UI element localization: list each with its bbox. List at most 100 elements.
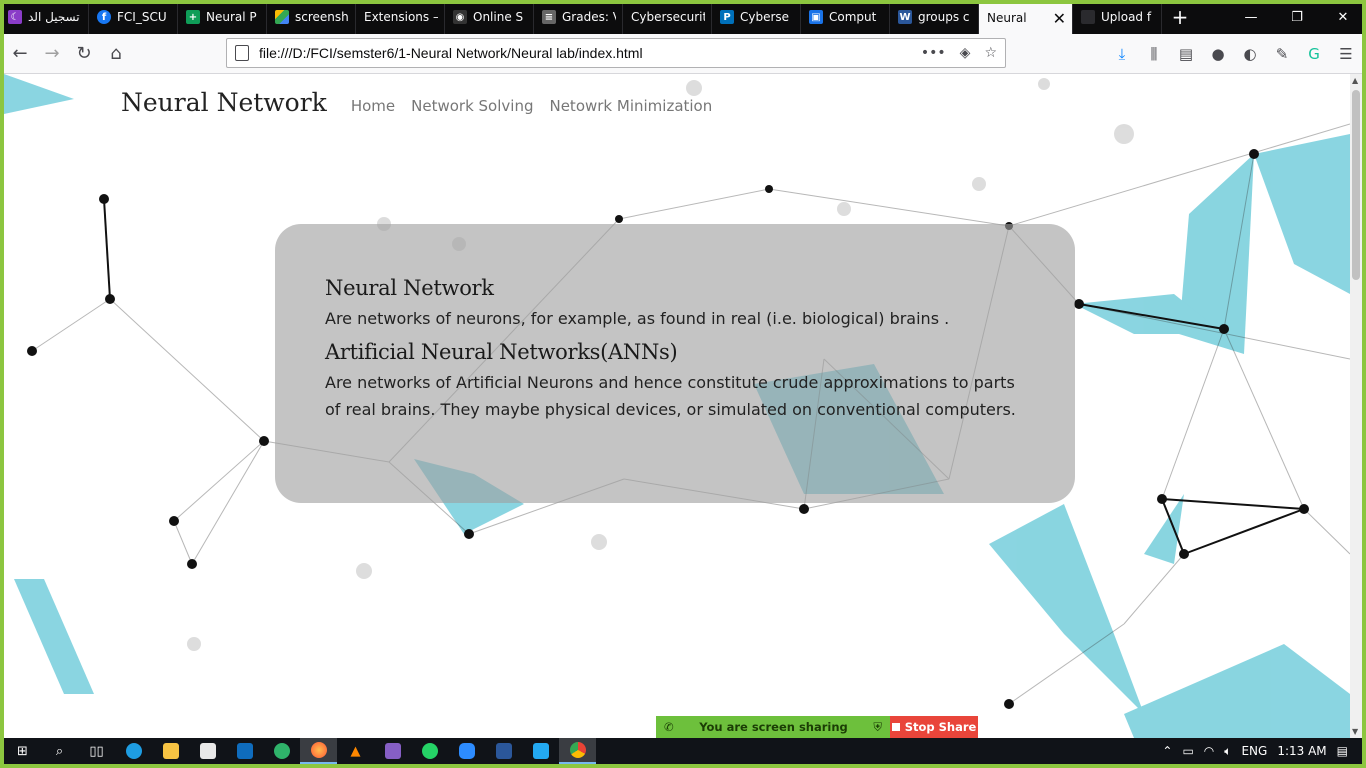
- taskbar-app-green[interactable]: [263, 738, 300, 764]
- intro-card: Neural Network Are networks of neurons, …: [275, 224, 1075, 503]
- stop-share-button[interactable]: Stop Share: [890, 716, 978, 738]
- close-tab-icon[interactable]: ✕: [1053, 9, 1066, 28]
- color-picker-icon[interactable]: ✎: [1270, 42, 1294, 66]
- forward-button[interactable]: →: [36, 38, 68, 70]
- tab-5[interactable]: ◉ Online S: [445, 0, 534, 34]
- library-icon[interactable]: ⫼: [1142, 42, 1166, 66]
- scroll-down-icon[interactable]: ▼: [1352, 727, 1358, 736]
- taskbar-visual-studio[interactable]: [374, 738, 411, 764]
- taskbar-firefox[interactable]: [300, 738, 337, 764]
- tab-3[interactable]: screensh: [267, 0, 356, 34]
- taskbar-chrome[interactable]: [559, 738, 596, 764]
- windows-taskbar: ⊞ ⌕ ▯▯ ▲ ⌃ ▭ ◠ 🔈︎ ENG 1:13 AM ▤: [4, 738, 1362, 764]
- windows-icon: ⊞: [17, 743, 28, 759]
- tab-active[interactable]: Neural ✕: [979, 0, 1073, 34]
- back-button[interactable]: ←: [4, 38, 36, 70]
- eye-icon: ◉: [453, 10, 467, 24]
- extension-icon[interactable]: ◐: [1238, 42, 1262, 66]
- sidebar-icon[interactable]: ▤: [1174, 42, 1198, 66]
- nav-network-solving[interactable]: Network Solving: [411, 97, 533, 115]
- page-scrollbar[interactable]: ▲ ▼: [1350, 74, 1362, 738]
- section-text-neural-network: Are networks of neurons, for example, as…: [325, 309, 950, 328]
- grammarly-icon[interactable]: G: [1302, 42, 1326, 66]
- taskbar-explorer[interactable]: [152, 738, 189, 764]
- tab-label: Upload f: [1101, 10, 1152, 24]
- taskbar-whatsapp[interactable]: [411, 738, 448, 764]
- blank-tab-icon: [1081, 10, 1095, 24]
- tab-label: Online S: [473, 10, 524, 24]
- taskbar-edge[interactable]: [115, 738, 152, 764]
- bookmark-star-icon[interactable]: ☆: [984, 45, 997, 61]
- tab-1[interactable]: f FCI_SCU: [89, 0, 178, 34]
- tab-2[interactable]: + Neural P: [178, 0, 267, 34]
- url-text[interactable]: file:///D:/FCI/semster6/1-Neural Network…: [259, 45, 907, 61]
- start-button[interactable]: ⊞: [4, 738, 41, 764]
- taskbar-vscode[interactable]: [522, 738, 559, 764]
- volume-icon[interactable]: 🔈︎: [1224, 744, 1231, 759]
- taskbar-zoom[interactable]: [448, 738, 485, 764]
- section-heading-ann: Artificial Neural Networks(ANNs): [325, 340, 678, 364]
- tab-12[interactable]: Upload f: [1073, 0, 1162, 34]
- tab-6[interactable]: ≡ Grades: V: [534, 0, 623, 34]
- scroll-up-icon[interactable]: ▲: [1352, 76, 1358, 85]
- mail-icon: [236, 743, 253, 759]
- nav-home[interactable]: Home: [351, 97, 395, 115]
- tab-4[interactable]: Extensions –: [356, 0, 445, 34]
- pocket-icon[interactable]: ◈: [960, 45, 971, 61]
- maximize-button[interactable]: ❐: [1274, 0, 1320, 34]
- screen-share-status: ✆ You are screen sharing ⛨: [656, 716, 890, 738]
- new-tab-button[interactable]: +: [1162, 0, 1198, 34]
- tab-9[interactable]: ▣ Comput: [801, 0, 890, 34]
- reload-button[interactable]: ↻: [68, 38, 100, 70]
- tab-label: groups c: [918, 10, 970, 24]
- home-button[interactable]: ⌂: [100, 38, 132, 70]
- tab-8[interactable]: P Cyberse: [712, 0, 801, 34]
- taskbar-word[interactable]: [485, 738, 522, 764]
- taskbar-store[interactable]: [189, 738, 226, 764]
- page-actions-icon[interactable]: •••: [921, 45, 946, 61]
- taskbar-mail[interactable]: [226, 738, 263, 764]
- language-indicator[interactable]: ENG: [1241, 744, 1267, 758]
- browser-toolbar: ← → ↻ ⌂ file:///D:/FCI/semster6/1-Neural…: [0, 34, 1366, 74]
- vscode-icon: [532, 743, 549, 759]
- task-view-icon: ▯▯: [89, 743, 104, 759]
- site-brand[interactable]: Neural Network: [121, 88, 327, 117]
- vlc-icon: ▲: [350, 743, 361, 759]
- download-icon[interactable]: ⤓: [1110, 42, 1134, 66]
- search-button[interactable]: ⌕: [41, 738, 78, 764]
- arrow-left-icon: ←: [12, 43, 28, 64]
- tab-7[interactable]: Cybersecurit: [623, 0, 712, 34]
- account-icon[interactable]: ●: [1206, 42, 1230, 66]
- tab-10[interactable]: Wgroups c: [890, 0, 979, 34]
- zoom-icon: [458, 743, 475, 759]
- tab-label: تسجيل الد: [28, 10, 80, 24]
- notifications-icon[interactable]: ▤: [1337, 744, 1348, 758]
- chevron-up-icon[interactable]: ⌃: [1162, 744, 1172, 758]
- address-bar[interactable]: file:///D:/FCI/semster6/1-Neural Network…: [226, 38, 1006, 68]
- tab-label: Cybersecurit: [631, 10, 705, 24]
- home-icon: ⌂: [110, 43, 122, 64]
- menu-icon[interactable]: ☰: [1334, 42, 1358, 66]
- tab-label: Cyberse: [740, 10, 790, 24]
- tab-0[interactable]: ☾ تسجيل الد: [0, 0, 89, 34]
- battery-icon[interactable]: ▭: [1182, 744, 1193, 758]
- drive-icon: [275, 10, 289, 24]
- task-view-button[interactable]: ▯▯: [78, 738, 115, 764]
- nav-network-minimization[interactable]: Netowrk Minimization: [549, 97, 712, 115]
- taskbar-vlc[interactable]: ▲: [337, 738, 374, 764]
- store-icon: [199, 743, 216, 759]
- minimize-button[interactable]: —: [1228, 0, 1274, 34]
- location-icon: [273, 743, 290, 759]
- wifi-icon[interactable]: ◠: [1204, 744, 1214, 758]
- web-page: Neural Network Home Network Solving Neto…: [4, 74, 1350, 738]
- toolbar-right: ⤓ ⫼ ▤ ● ◐ ✎ G ☰: [1110, 38, 1358, 70]
- stop-icon: [891, 723, 900, 731]
- scrollbar-thumb[interactable]: [1352, 90, 1360, 280]
- close-window-button[interactable]: ✕: [1320, 0, 1366, 34]
- whatsapp-icon: [421, 743, 438, 759]
- clock[interactable]: 1:13 AM: [1277, 744, 1326, 758]
- page-icon: [235, 45, 249, 61]
- tab-strip: ☾ تسجيل الد f FCI_SCU + Neural P screensh E…: [0, 0, 1366, 34]
- screen-share-message: You are screen sharing: [699, 720, 848, 734]
- visual-studio-icon: [384, 743, 401, 759]
